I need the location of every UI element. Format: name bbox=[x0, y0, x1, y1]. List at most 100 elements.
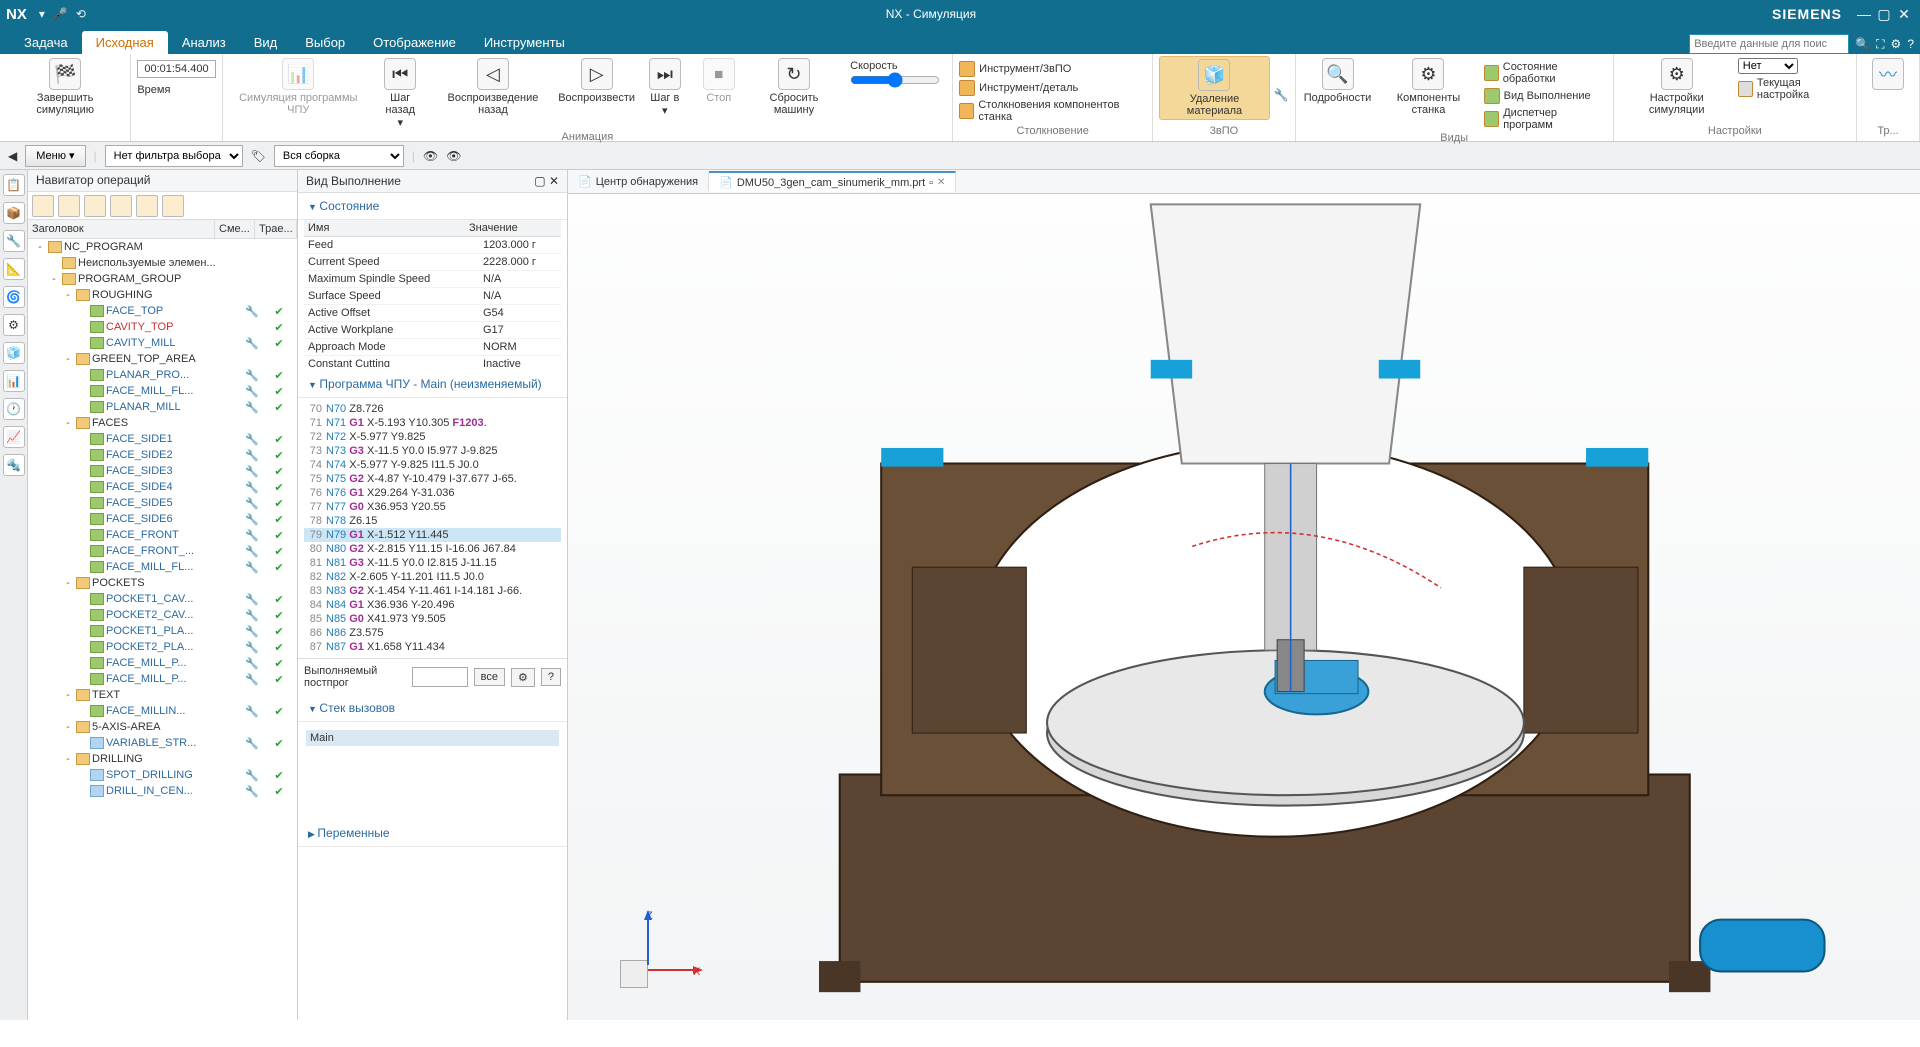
nc-line[interactable]: 81N81 G3 X-11.5 Y0.0 I2.815 J-11.15 bbox=[304, 556, 561, 570]
close-icon[interactable]: ✕ bbox=[1894, 6, 1914, 23]
sim-settings-button[interactable]: ⚙Настройки симуляции bbox=[1620, 56, 1734, 118]
filter-select[interactable]: Нет фильтра выбора bbox=[105, 145, 243, 167]
menu-tab[interactable]: Анализ bbox=[168, 31, 240, 54]
3d-viewport[interactable]: 📄Центр обнаружения📄DMU50_3gen_cam_sinume… bbox=[568, 170, 1920, 1020]
nc-line[interactable]: 84N84 G1 X36.936 Y-20.496 bbox=[304, 598, 561, 612]
swpo-icon[interactable]: 🔧 bbox=[1274, 88, 1289, 102]
components-button[interactable]: ⚙Компоненты станка bbox=[1377, 56, 1479, 132]
tree-row[interactable]: FACE_SIDE3🔧✔ bbox=[28, 463, 297, 479]
exec-input[interactable] bbox=[412, 667, 468, 687]
tree-row[interactable]: -NC_PROGRAM bbox=[28, 239, 297, 255]
tree-row[interactable]: CAVITY_MILL🔧✔ bbox=[28, 335, 297, 351]
view-execution[interactable]: Вид Выполнение bbox=[1484, 87, 1607, 105]
tree-row[interactable]: VARIABLE_STR...🔧✔ bbox=[28, 735, 297, 751]
nc-line[interactable]: 72N72 X-5.977 Y9.825 bbox=[304, 430, 561, 444]
nc-line[interactable]: 83N83 G2 X-1.454 Y-11.461 I-14.181 J-66. bbox=[304, 584, 561, 598]
nc-line[interactable]: 73N73 G3 X-11.5 Y0.0 I5.977 J-9.825 bbox=[304, 444, 561, 458]
rail-icon[interactable]: 🔧 bbox=[3, 230, 25, 252]
tree-row[interactable]: CAVITY_TOP✔ bbox=[28, 319, 297, 335]
tree-row[interactable]: POCKET2_CAV...🔧✔ bbox=[28, 607, 297, 623]
exec-all-button[interactable]: все bbox=[474, 668, 505, 686]
nav-tb-icon[interactable] bbox=[58, 195, 80, 217]
tree-row[interactable]: FACE_MILL_P...🔧✔ bbox=[28, 655, 297, 671]
tree-row[interactable]: -PROGRAM_GROUP bbox=[28, 271, 297, 287]
nc-line[interactable]: 85N85 G0 X41.973 Y9.505 bbox=[304, 612, 561, 626]
col-header[interactable]: Сме... bbox=[215, 220, 255, 238]
tree-row[interactable]: PLANAR_PRO...🔧✔ bbox=[28, 367, 297, 383]
trajectory-button[interactable]: 〰 bbox=[1863, 56, 1913, 94]
finish-sim-button[interactable]: 🏁 Завершить симуляцию bbox=[6, 56, 124, 118]
tree-row[interactable]: FACE_SIDE6🔧✔ bbox=[28, 511, 297, 527]
tree-row[interactable]: SPOT_DRILLING🔧✔ bbox=[28, 767, 297, 783]
settings-icon[interactable]: ⚙ bbox=[1891, 37, 1902, 51]
nav-tb-icon[interactable] bbox=[32, 195, 54, 217]
tree-row[interactable]: -DRILLING bbox=[28, 751, 297, 767]
rail-icon[interactable]: 📦 bbox=[3, 202, 25, 224]
section-nc[interactable]: Программа ЧПУ - Main (неизменяемый) bbox=[298, 371, 567, 398]
rail-icon[interactable]: 📐 bbox=[3, 258, 25, 280]
stack-item[interactable]: Main bbox=[306, 730, 559, 746]
assembly-select[interactable]: Вся сборка bbox=[274, 145, 404, 167]
tree-row[interactable]: FACE_SIDE2🔧✔ bbox=[28, 447, 297, 463]
nc-line[interactable]: 86N86 Z3.575 bbox=[304, 626, 561, 640]
help-icon[interactable]: ? bbox=[1907, 37, 1914, 51]
tree-row[interactable]: POCKET2_PLA...🔧✔ bbox=[28, 639, 297, 655]
tree-row[interactable]: FACE_SIDE4🔧✔ bbox=[28, 479, 297, 495]
speed-slider[interactable] bbox=[850, 72, 940, 88]
eye2-icon[interactable]: 👁 bbox=[446, 149, 461, 163]
tree-row[interactable]: FACE_FRONT🔧✔ bbox=[28, 527, 297, 543]
qat-dropdown-icon[interactable]: ▾ bbox=[39, 7, 45, 21]
tree-row[interactable]: PLANAR_MILL🔧✔ bbox=[28, 399, 297, 415]
tree-row[interactable]: FACE_MILL_FL...🔧✔ bbox=[28, 383, 297, 399]
menu-tab[interactable]: Отображение bbox=[359, 31, 470, 54]
menu-tab[interactable]: Задача bbox=[10, 31, 82, 54]
tool-part-button[interactable]: Инструмент/деталь bbox=[959, 79, 1146, 97]
search-input[interactable] bbox=[1689, 34, 1849, 54]
nc-line[interactable]: 76N76 G1 X29.264 Y-31.036 bbox=[304, 486, 561, 500]
section-stack[interactable]: Стек вызовов bbox=[298, 695, 567, 722]
rail-icon[interactable]: 🕐 bbox=[3, 398, 25, 420]
menu-button[interactable]: Меню ▾ bbox=[25, 145, 85, 167]
fullscreen-icon[interactable]: ⛶ bbox=[1876, 37, 1884, 52]
back-icon[interactable]: ◀ bbox=[8, 149, 17, 163]
nc-line[interactable]: 79N79 G1 X-1.512 Y11.445 bbox=[304, 528, 561, 542]
tree-row[interactable]: FACE_MILL_FL...🔧✔ bbox=[28, 559, 297, 575]
tree-row[interactable]: -POCKETS bbox=[28, 575, 297, 591]
nc-line[interactable]: 75N75 G2 X-4.87 Y-10.479 I-37.677 J-65. bbox=[304, 472, 561, 486]
rail-icon[interactable]: 🧊 bbox=[3, 342, 25, 364]
eye-icon[interactable]: 👁 bbox=[423, 149, 438, 163]
panel-close-icon[interactable]: ▢ ✕ bbox=[534, 174, 559, 188]
step-back-button[interactable]: ⏮Шаг назад▾ bbox=[372, 56, 428, 131]
search-icon[interactable]: 🔍 bbox=[1855, 37, 1870, 51]
nc-line[interactable]: 78N78 Z6.15 bbox=[304, 514, 561, 528]
nc-line[interactable]: 87N87 G1 X1.658 Y11.434 bbox=[304, 640, 561, 654]
tool-swpo-button[interactable]: Инструмент/3вПО bbox=[959, 60, 1146, 78]
remove-material-button[interactable]: 🧊Удаление материала bbox=[1159, 56, 1270, 120]
tree-row[interactable]: POCKET1_CAV...🔧✔ bbox=[28, 591, 297, 607]
tree-row[interactable]: FACE_TOP🔧✔ bbox=[28, 303, 297, 319]
document-tab[interactable]: 📄DMU50_3gen_cam_sinumerik_mm.prt ▫✕ bbox=[709, 171, 956, 192]
program-dispatcher[interactable]: Диспетчер программ bbox=[1484, 106, 1607, 132]
col-header[interactable]: Заголовок bbox=[28, 220, 215, 238]
tree-row[interactable]: -FACES bbox=[28, 415, 297, 431]
nav-tb-icon[interactable] bbox=[110, 195, 132, 217]
play-button[interactable]: ▷Воспроизвести bbox=[557, 56, 635, 131]
tree-row[interactable]: FACE_SIDE5🔧✔ bbox=[28, 495, 297, 511]
filter-icon[interactable]: 🏷 bbox=[251, 149, 266, 163]
comp-collision-button[interactable]: Столкновения компонентов станка bbox=[959, 98, 1146, 124]
rail-icon[interactable]: ⚙ bbox=[3, 314, 25, 336]
section-state[interactable]: Состояние bbox=[298, 193, 567, 220]
tree-row[interactable]: -GREEN_TOP_AREA bbox=[28, 351, 297, 367]
exec-help-icon[interactable]: ? bbox=[541, 668, 561, 686]
menu-tab[interactable]: Инструменты bbox=[470, 31, 579, 54]
mic-icon[interactable]: 🎤 bbox=[53, 7, 68, 21]
nc-line[interactable]: 80N80 G2 X-2.815 Y11.15 I-16.06 J67.84 bbox=[304, 542, 561, 556]
tree-row[interactable]: FACE_FRONT_...🔧✔ bbox=[28, 543, 297, 559]
tab-close-icon[interactable]: ✕ bbox=[937, 177, 945, 188]
tree-row[interactable]: FACE_MILL_P...🔧✔ bbox=[28, 671, 297, 687]
tree-row[interactable]: DRILL_IN_CEN...🔧✔ bbox=[28, 783, 297, 799]
rail-icon[interactable]: 📈 bbox=[3, 426, 25, 448]
processing-state[interactable]: Состояние обработки bbox=[1484, 60, 1607, 86]
menu-tab[interactable]: Исходная bbox=[82, 31, 168, 54]
tree-row[interactable]: Неиспользуемые элемен... bbox=[28, 255, 297, 271]
